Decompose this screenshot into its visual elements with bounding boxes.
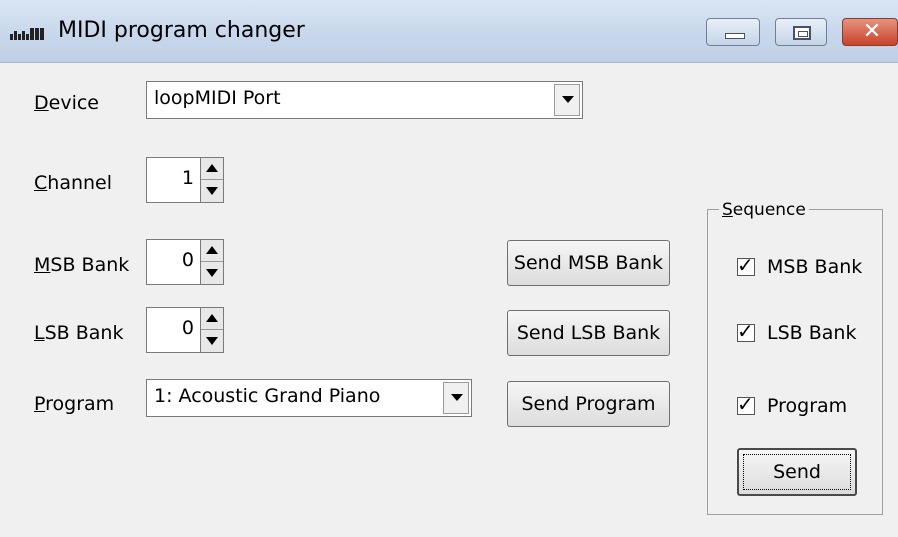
device-select-value: loopMIDI Port (154, 87, 281, 109)
midi-keyboard-icon (10, 24, 50, 40)
sequence-send-button[interactable]: Send (737, 448, 857, 496)
checkbox-box[interactable]: ✓ (737, 253, 755, 277)
maximize-icon (793, 26, 811, 40)
lsb-bank-input[interactable]: 0 (146, 307, 200, 353)
device-select[interactable]: loopMIDI Port (146, 81, 583, 119)
chevron-down-icon[interactable] (443, 382, 469, 414)
msb-bank-label: MSB Bank (34, 254, 130, 276)
program-label: Program (34, 393, 115, 415)
channel-value: 1 (181, 167, 194, 189)
spin-down-icon[interactable] (201, 330, 223, 352)
checkmark-icon: ✓ (737, 253, 754, 277)
channel-stepper[interactable]: 1 (146, 157, 226, 203)
close-icon: ✕ (862, 19, 882, 44)
sequence-lsb-bank-checkbox[interactable]: ✓ LSB Bank (737, 319, 882, 346)
window-title: MIDI program changer (58, 18, 305, 43)
send-program-button[interactable]: Send Program (507, 381, 670, 427)
spin-down-icon[interactable] (201, 180, 223, 202)
spin-up-icon[interactable] (201, 240, 223, 262)
msb-bank-stepper[interactable]: 0 (146, 239, 226, 285)
sequence-program-checkbox[interactable]: ✓ Program (737, 392, 882, 419)
title-bar[interactable]: MIDI program changer ✕ (0, 0, 898, 63)
close-button[interactable]: ✕ (842, 18, 898, 46)
checkmark-icon: ✓ (737, 319, 754, 343)
minimize-icon (725, 33, 745, 39)
focus-rectangle (743, 454, 851, 490)
send-lsb-bank-button[interactable]: Send LSB Bank (507, 310, 670, 356)
channel-label: Channel (34, 172, 113, 194)
sequence-msb-bank-checkbox[interactable]: ✓ MSB Bank (737, 253, 882, 280)
checkmark-icon: ✓ (737, 392, 754, 416)
lsb-bank-label: LSB Bank (34, 322, 124, 344)
msb-bank-spin-buttons[interactable] (200, 239, 224, 285)
program-select-value: 1: Acoustic Grand Piano (154, 385, 381, 407)
chevron-down-icon[interactable] (554, 84, 580, 116)
channel-input[interactable]: 1 (146, 157, 200, 203)
maximize-button[interactable] (775, 18, 827, 46)
app-window: MIDI program changer ✕ Device loopMIDI P… (0, 0, 898, 537)
device-label: Device (34, 92, 99, 114)
program-select[interactable]: 1: Acoustic Grand Piano (146, 379, 472, 417)
msb-bank-input[interactable]: 0 (146, 239, 200, 285)
channel-spin-buttons[interactable] (200, 157, 224, 203)
checkbox-box[interactable]: ✓ (737, 319, 755, 343)
lsb-bank-value: 0 (181, 317, 194, 339)
sequence-group-title: Sequence (719, 200, 809, 220)
minimize-button[interactable] (706, 18, 760, 46)
spin-down-icon[interactable] (201, 262, 223, 284)
checkbox-label: Program (767, 395, 848, 417)
lsb-bank-stepper[interactable]: 0 (146, 307, 226, 353)
checkbox-label: MSB Bank (767, 256, 863, 278)
checkbox-label: LSB Bank (767, 322, 857, 344)
spin-up-icon[interactable] (201, 308, 223, 330)
lsb-bank-spin-buttons[interactable] (200, 307, 224, 353)
spin-up-icon[interactable] (201, 158, 223, 180)
checkbox-box[interactable]: ✓ (737, 392, 755, 416)
msb-bank-value: 0 (181, 249, 194, 271)
send-msb-bank-button[interactable]: Send MSB Bank (507, 240, 670, 286)
